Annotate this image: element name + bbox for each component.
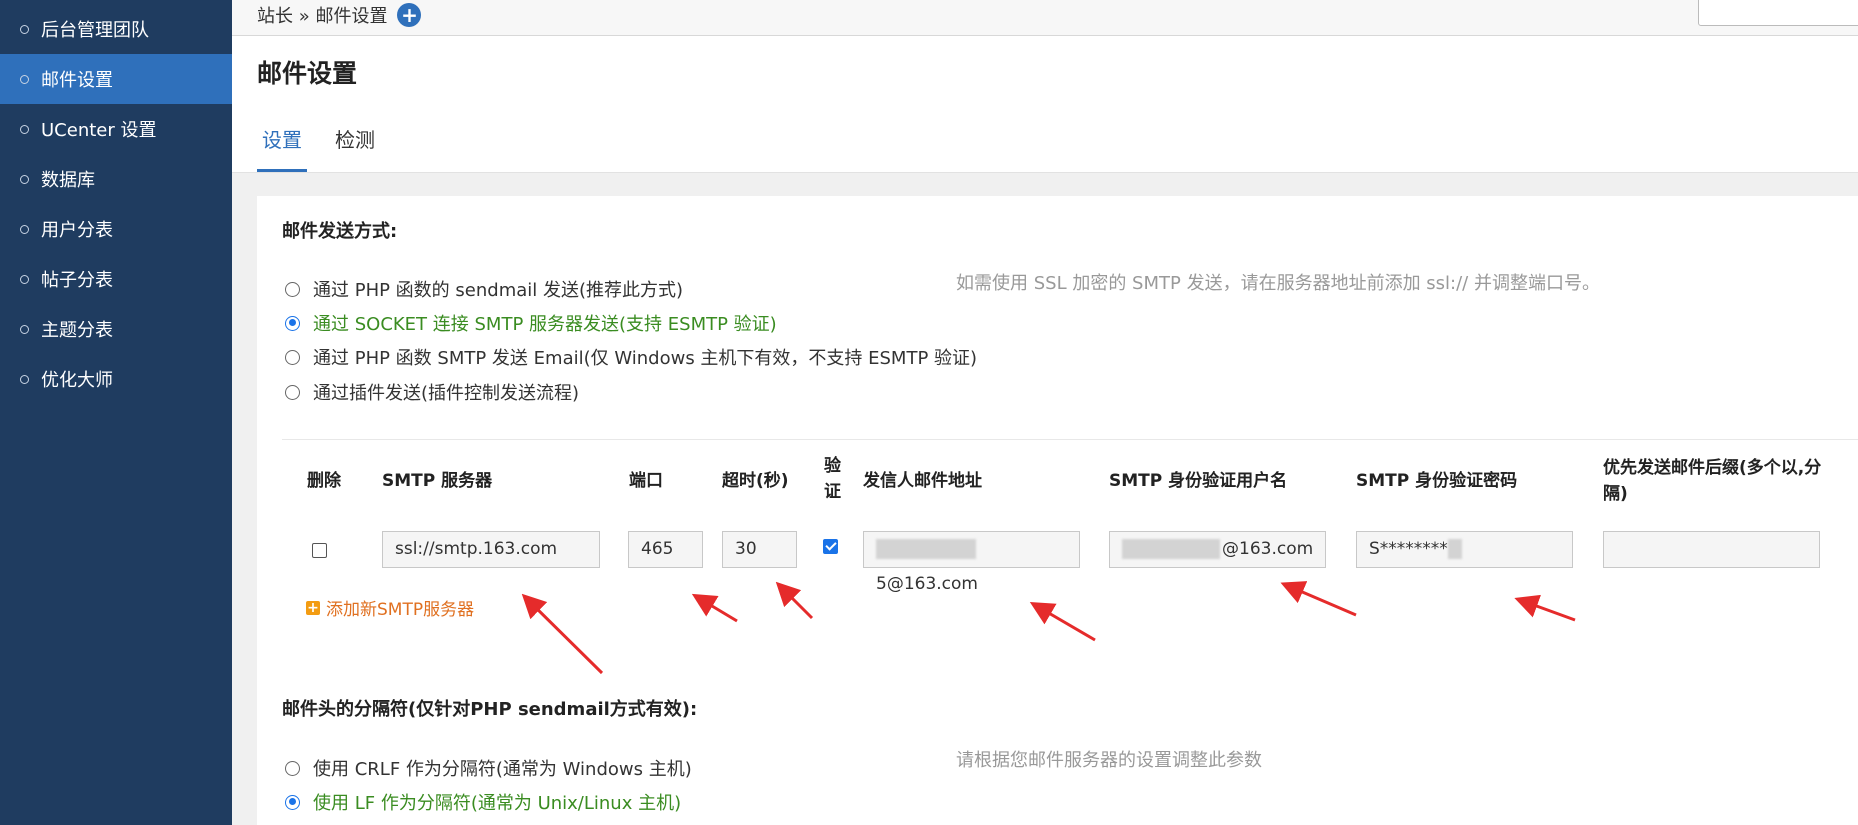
sidebar-item-label: 数据库 <box>41 170 95 191</box>
sidebar-item-mail-settings[interactable]: 邮件设置 <box>0 54 232 104</box>
radio-button[interactable] <box>285 794 300 810</box>
send-method-option-socket-smtp[interactable]: 通过 SOCKET 连接 SMTP 服务器发送(支持 ESMTP 验证) <box>285 310 777 336</box>
header-timeout: 超时(秒) <box>722 471 789 491</box>
radio-button[interactable] <box>285 349 300 365</box>
header-auth-line2: 证 <box>824 482 841 502</box>
priority-suffix-input[interactable] <box>1603 531 1820 568</box>
plus-icon: + <box>306 599 320 616</box>
password-text: S******** <box>1369 539 1448 559</box>
from-partial-char: 5 <box>876 574 887 594</box>
delimiter-hint: 请根据您邮件服务器的设置调整此参数 <box>956 750 1262 771</box>
from-address-input[interactable]: 5@163.com <box>863 531 1080 594</box>
header-auth: 验 证 <box>824 453 841 505</box>
bullet-icon <box>20 74 29 84</box>
sidebar-item-ucenter[interactable]: UCenter 设置 <box>0 104 232 154</box>
header-from-address: 发信人邮件地址 <box>863 471 982 491</box>
bullet-icon <box>20 324 29 334</box>
radio-button[interactable] <box>285 384 300 400</box>
timeout-input[interactable]: 30 <box>722 531 797 568</box>
sidebar-item-label: 用户分表 <box>41 220 113 241</box>
radio-button[interactable] <box>285 315 300 331</box>
sidebar-item-label: 后台管理团队 <box>41 20 149 41</box>
header-suffix-line1: 优先发送邮件后缀(多个以,分 <box>1603 458 1822 478</box>
header-auth-username: SMTP 身份验证用户名 <box>1109 471 1288 491</box>
option-label: 通过 PHP 函数 SMTP 发送 Email(仅 Windows 主机下有效，… <box>313 348 978 369</box>
redacted-text <box>876 539 976 559</box>
page-header: 邮件设置 设置 检测 <box>232 36 1858 173</box>
tab-settings[interactable]: 设置 <box>257 124 307 172</box>
add-smtp-label: 添加新SMTP服务器 <box>326 600 475 620</box>
option-label: 使用 CRLF 作为分隔符(通常为 Windows 主机) <box>313 759 692 780</box>
from-domain-text: @163.com <box>886 574 978 594</box>
breadcrumb: 站长 » 邮件设置 + <box>257 2 422 28</box>
bullet-icon <box>20 374 29 384</box>
username-domain-text: @163.com <box>1222 539 1314 559</box>
auth-password-input[interactable]: S******** <box>1356 531 1573 568</box>
auth-checkbox[interactable] <box>823 539 838 554</box>
sidebar-item-label: 优化大师 <box>41 370 113 391</box>
delete-checkbox[interactable] <box>312 543 327 558</box>
sidebar-item-admin-team[interactable]: 后台管理团队 <box>0 4 232 54</box>
add-shortcut-icon[interactable]: + <box>397 3 422 27</box>
redacted-text <box>1447 539 1462 559</box>
send-method-title: 邮件发送方式: <box>282 221 398 242</box>
delimiter-title: 邮件头的分隔符(仅针对PHP sendmail方式有效): <box>282 699 698 720</box>
sidebar-item-label: 主题分表 <box>41 320 113 341</box>
sidebar-item-database[interactable]: 数据库 <box>0 154 232 204</box>
sidebar-item-post-split[interactable]: 帖子分表 <box>0 254 232 304</box>
sidebar: 后台管理团队 邮件设置 UCenter 设置 数据库 用户分表 帖子分表 主题分… <box>0 0 232 825</box>
send-method-option-php-smtp[interactable]: 通过 PHP 函数 SMTP 发送 Email(仅 Windows 主机下有效，… <box>285 344 977 370</box>
page-title: 邮件设置 <box>257 59 358 88</box>
auth-username-input[interactable]: @163.com <box>1109 531 1326 568</box>
topbar: 站长 » 邮件设置 + <box>232 0 1858 36</box>
settings-panel: 邮件发送方式: 通过 PHP 函数的 sendmail 发送(推荐此方式) 通过… <box>257 196 1858 825</box>
bullet-icon <box>20 174 29 184</box>
header-auth-password: SMTP 身份验证密码 <box>1356 471 1518 491</box>
header-suffix-line2: 隔) <box>1603 484 1628 504</box>
sidebar-item-label: UCenter 设置 <box>41 120 157 141</box>
smtp-server-input[interactable]: ssl://smtp.163.com <box>382 531 600 568</box>
divider <box>282 439 1858 440</box>
delimiter-option-lf[interactable]: 使用 LF 作为分隔符(通常为 Unix/Linux 主机) <box>285 789 681 815</box>
header-priority-suffix: 优先发送邮件后缀(多个以,分 隔) <box>1603 455 1821 507</box>
ssl-hint: 如需使用 SSL 加密的 SMTP 发送，请在服务器地址前添加 ssl:// 并… <box>956 273 1600 294</box>
send-method-option-sendmail[interactable]: 通过 PHP 函数的 sendmail 发送(推荐此方式) <box>285 276 683 302</box>
option-label: 通过 SOCKET 连接 SMTP 服务器发送(支持 ESMTP 验证) <box>313 314 777 335</box>
header-smtp-server: SMTP 服务器 <box>382 471 493 491</box>
bullet-icon <box>20 124 29 134</box>
redacted-text <box>1122 539 1220 559</box>
option-label: 通过 PHP 函数的 sendmail 发送(推荐此方式) <box>313 280 684 301</box>
sidebar-item-label: 帖子分表 <box>41 270 113 291</box>
radio-button[interactable] <box>285 760 300 776</box>
sidebar-item-thread-split[interactable]: 主题分表 <box>0 304 232 354</box>
header-auth-line1: 验 <box>824 456 841 476</box>
add-smtp-server-link[interactable]: + 添加新SMTP服务器 <box>306 595 474 620</box>
breadcrumb-text: 站长 » 邮件设置 <box>257 6 388 27</box>
bullet-icon <box>20 274 29 284</box>
send-method-option-plugin[interactable]: 通过插件发送(插件控制发送流程) <box>285 379 579 405</box>
tab-check[interactable]: 检测 <box>335 124 375 172</box>
bullet-icon <box>20 24 29 34</box>
delimiter-option-crlf[interactable]: 使用 CRLF 作为分隔符(通常为 Windows 主机) <box>285 755 692 781</box>
option-label: 通过插件发送(插件控制发送流程) <box>313 383 580 404</box>
sidebar-item-user-split[interactable]: 用户分表 <box>0 204 232 254</box>
sidebar-item-label: 邮件设置 <box>41 70 113 91</box>
bullet-icon <box>20 224 29 234</box>
port-input[interactable]: 465 <box>628 531 703 568</box>
header-port: 端口 <box>629 471 663 491</box>
sidebar-item-optimizer[interactable]: 优化大师 <box>0 354 232 404</box>
search-input[interactable] <box>1698 0 1858 26</box>
header-delete: 删除 <box>307 471 341 491</box>
option-label: 使用 LF 作为分隔符(通常为 Unix/Linux 主机) <box>313 793 682 814</box>
radio-button[interactable] <box>285 281 300 297</box>
